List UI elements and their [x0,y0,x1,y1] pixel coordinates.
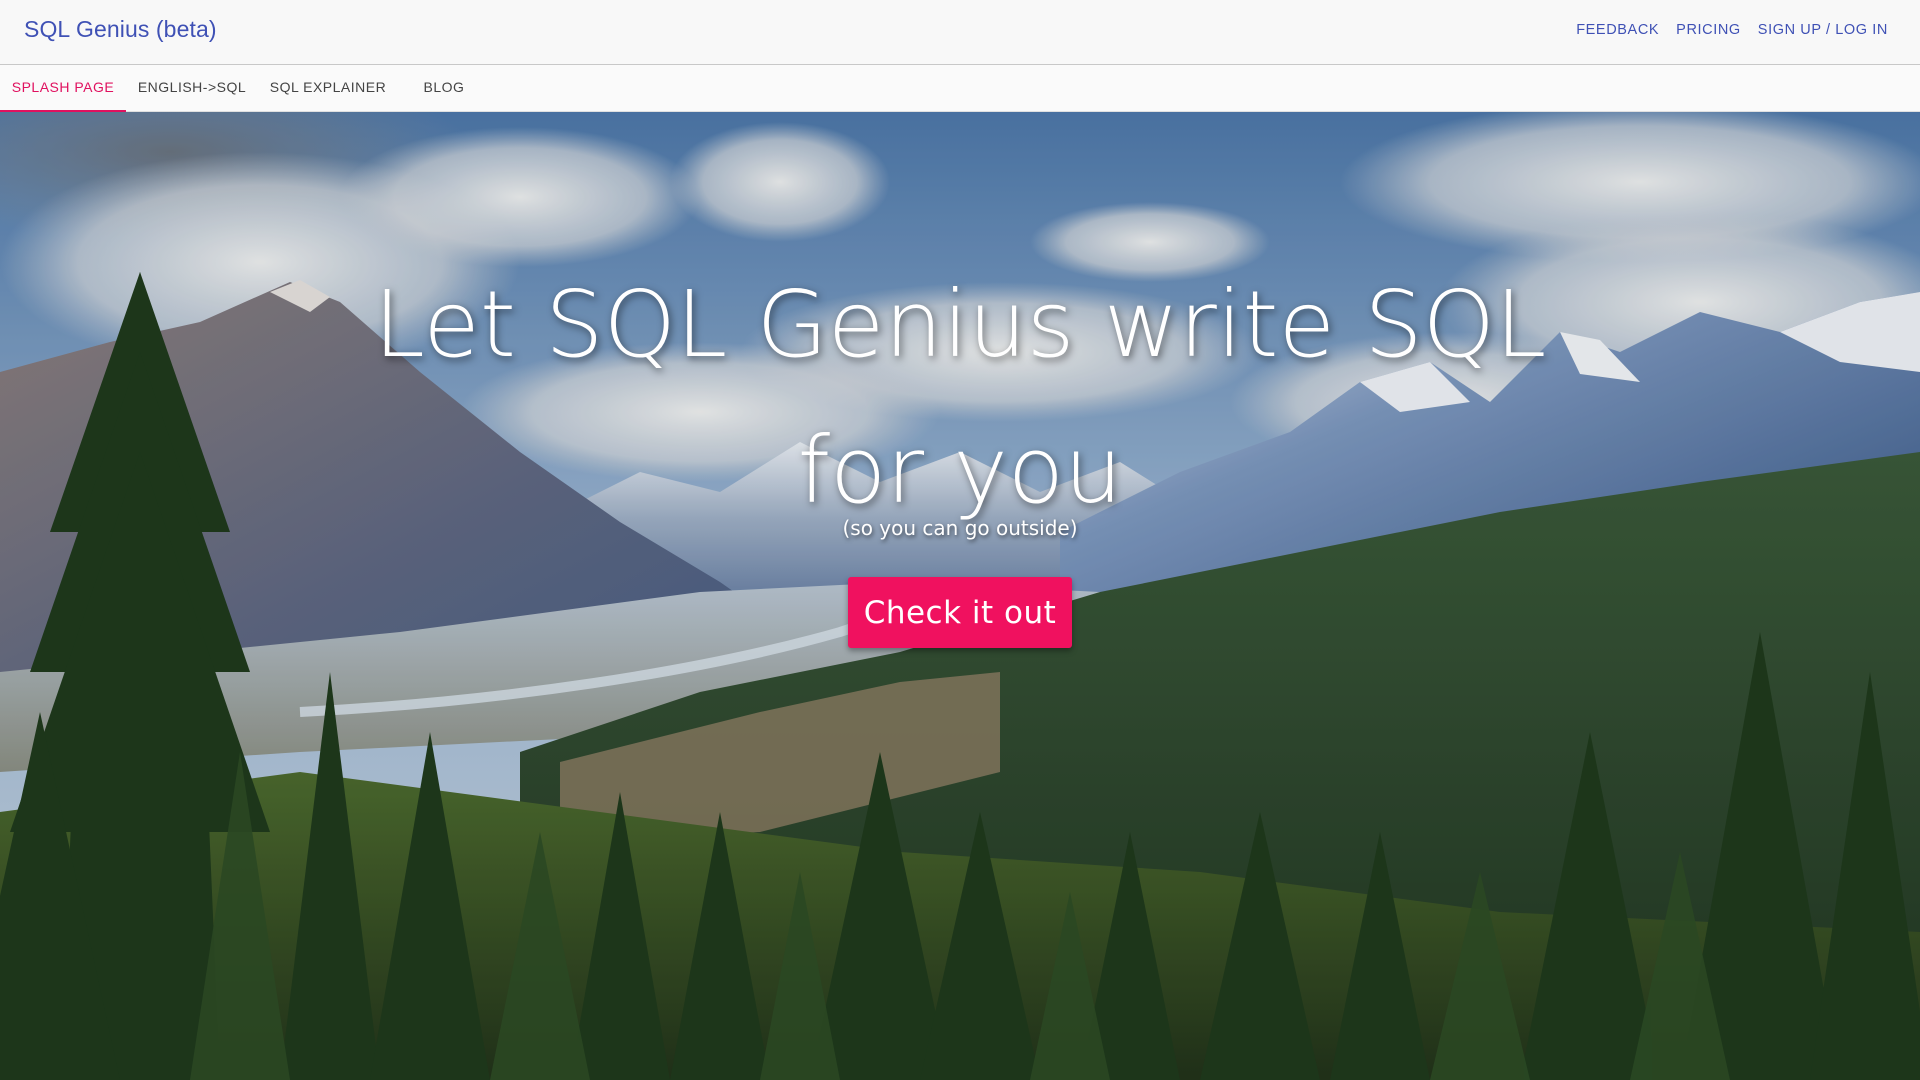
pricing-link[interactable]: PRICING [1676,22,1741,38]
hero-headline-line2: for you [797,417,1123,524]
tab-splash-page[interactable]: SPLASH PAGE [0,65,126,112]
tab-english-sql[interactable]: ENGLISH->SQL [126,65,258,112]
hero-section: Let SQL Genius write SQL for you (so you… [0,112,1920,1080]
hero-subline: (so you can go outside) [842,516,1078,540]
tab-bar: SPLASH PAGE ENGLISH->SQL SQL EXPLAINER B… [0,65,1920,112]
app-title[interactable]: SQL Genius (beta) [24,16,217,43]
hero-headline: Let SQL Genius write SQL for you [0,252,1920,544]
sign-up-log-in-link[interactable]: SIGN UP / LOG IN [1758,22,1888,38]
top-actions: FEEDBACK PRICING SIGN UP / LOG IN [1559,22,1888,38]
hero-headline-line1: Let SQL Genius write SQL [373,271,1547,378]
feedback-link[interactable]: FEEDBACK [1576,22,1659,38]
tab-sql-explainer[interactable]: SQL EXPLAINER [258,65,398,112]
check-it-out-button[interactable]: Check it out [848,577,1072,648]
app-bar: SQL Genius (beta) FEEDBACK PRICING SIGN … [0,0,1920,65]
tab-blog[interactable]: BLOG [398,65,490,112]
